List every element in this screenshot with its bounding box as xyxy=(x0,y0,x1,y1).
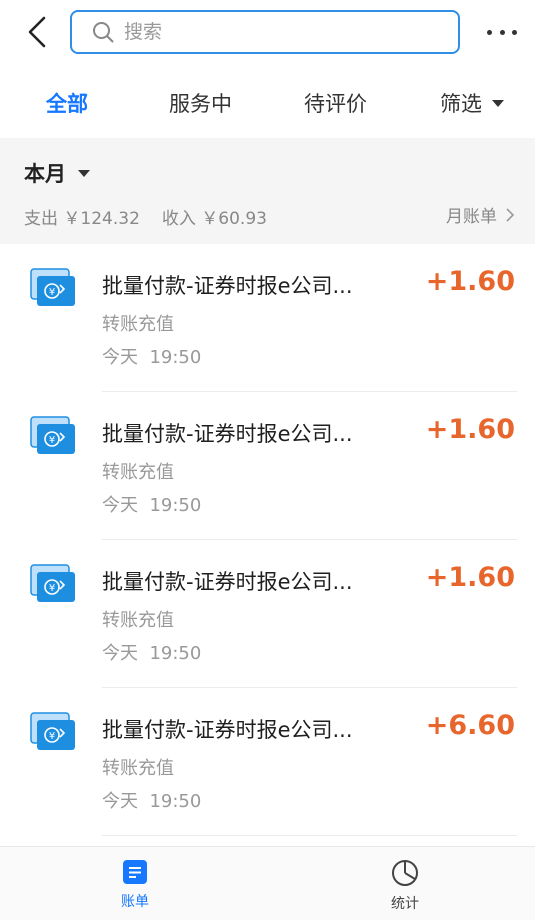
more-dot xyxy=(499,29,505,35)
more-options-button[interactable] xyxy=(487,20,517,44)
transaction-title: 批量付款-证券时报e公司... xyxy=(102,274,353,298)
more-dot xyxy=(487,29,492,35)
nav-statistics[interactable]: 统计 xyxy=(365,859,445,913)
top-bar xyxy=(0,0,535,66)
tab-filter-label: 筛选 xyxy=(440,92,482,116)
tab-filter[interactable]: 筛选 xyxy=(440,88,504,118)
transaction-title: 批量付款-证券时报e公司... xyxy=(102,570,353,594)
more-dot xyxy=(512,29,517,35)
transaction-amount: +1.60 xyxy=(425,266,515,297)
period-selector[interactable]: 本月 xyxy=(24,158,90,188)
transaction-amount: +6.60 xyxy=(425,710,515,741)
tab-pending-review[interactable]: 待评价 xyxy=(304,88,367,118)
search-input[interactable] xyxy=(124,21,424,43)
transaction-row[interactable]: ¥ 批量付款-证券时报e公司... 转账充值 今天 19:50 +6.60 xyxy=(0,688,535,836)
transaction-time: 今天 19:50 xyxy=(102,791,202,812)
transfer-icon: ¥ xyxy=(30,564,75,602)
transaction-category: 转账充值 xyxy=(102,610,174,631)
svg-text:¥: ¥ xyxy=(49,583,55,594)
search-icon xyxy=(93,22,114,43)
monthly-bill-label: 月账单 xyxy=(446,207,497,227)
pie-chart-icon xyxy=(392,860,418,886)
chevron-left-icon xyxy=(28,16,46,48)
transfer-icon: ¥ xyxy=(30,416,75,454)
chevron-right-icon xyxy=(506,207,515,222)
transaction-row[interactable]: ¥ 批量付款-证券时报e公司... 转账充值 今天 19:50 +1.60 xyxy=(0,392,535,540)
month-summary: 本月 支出 ￥124.32 收入 ￥60.93 月账单 xyxy=(0,138,535,244)
transaction-title: 批量付款-证券时报e公司... xyxy=(102,422,353,446)
transfer-icon: ¥ xyxy=(30,268,75,306)
transaction-time: 今天 19:50 xyxy=(102,495,202,516)
period-label: 本月 xyxy=(24,162,66,186)
nav-bill[interactable]: 账单 xyxy=(95,859,175,911)
transaction-category: 转账充值 xyxy=(102,462,174,483)
svg-text:¥: ¥ xyxy=(49,731,55,742)
income-total: 收入 ￥60.93 xyxy=(161,209,267,229)
transaction-amount: +1.60 xyxy=(425,414,515,445)
expense-total: 支出 ￥124.32 xyxy=(24,209,140,229)
bill-icon xyxy=(123,860,147,884)
tab-all[interactable]: 全部 xyxy=(46,88,88,118)
caret-down-icon xyxy=(78,169,90,177)
monthly-bill-link[interactable]: 月账单 xyxy=(446,202,515,227)
filter-tabs: 全部 服务中 待评价 筛选 xyxy=(0,66,535,138)
transaction-list: ¥ 批量付款-证券时报e公司... 转账充值 今天 19:50 +1.60 ¥ … xyxy=(0,244,535,836)
transaction-row[interactable]: ¥ 批量付款-证券时报e公司... 转账充值 今天 19:50 +1.60 xyxy=(0,540,535,688)
caret-down-icon xyxy=(492,99,504,107)
back-button[interactable] xyxy=(20,14,54,50)
transaction-time: 今天 19:50 xyxy=(102,347,202,368)
svg-text:¥: ¥ xyxy=(49,287,55,298)
transaction-row[interactable]: ¥ 批量付款-证券时报e公司... 转账充值 今天 19:50 +1.60 xyxy=(0,244,535,392)
nav-statistics-label: 统计 xyxy=(391,896,419,912)
transaction-title: 批量付款-证券时报e公司... xyxy=(102,718,353,742)
transaction-amount: +1.60 xyxy=(425,562,515,593)
svg-text:¥: ¥ xyxy=(49,435,55,446)
search-field[interactable] xyxy=(70,10,460,54)
transfer-icon: ¥ xyxy=(30,712,75,750)
tab-in-service[interactable]: 服务中 xyxy=(169,88,232,118)
transaction-time: 今天 19:50 xyxy=(102,643,202,664)
totals: 支出 ￥124.32 收入 ￥60.93 xyxy=(24,204,267,229)
transaction-category: 转账充值 xyxy=(102,314,174,335)
divider xyxy=(102,835,517,836)
bottom-nav: 账单 统计 xyxy=(0,846,535,920)
transaction-category: 转账充值 xyxy=(102,758,174,779)
nav-bill-label: 账单 xyxy=(121,894,149,910)
